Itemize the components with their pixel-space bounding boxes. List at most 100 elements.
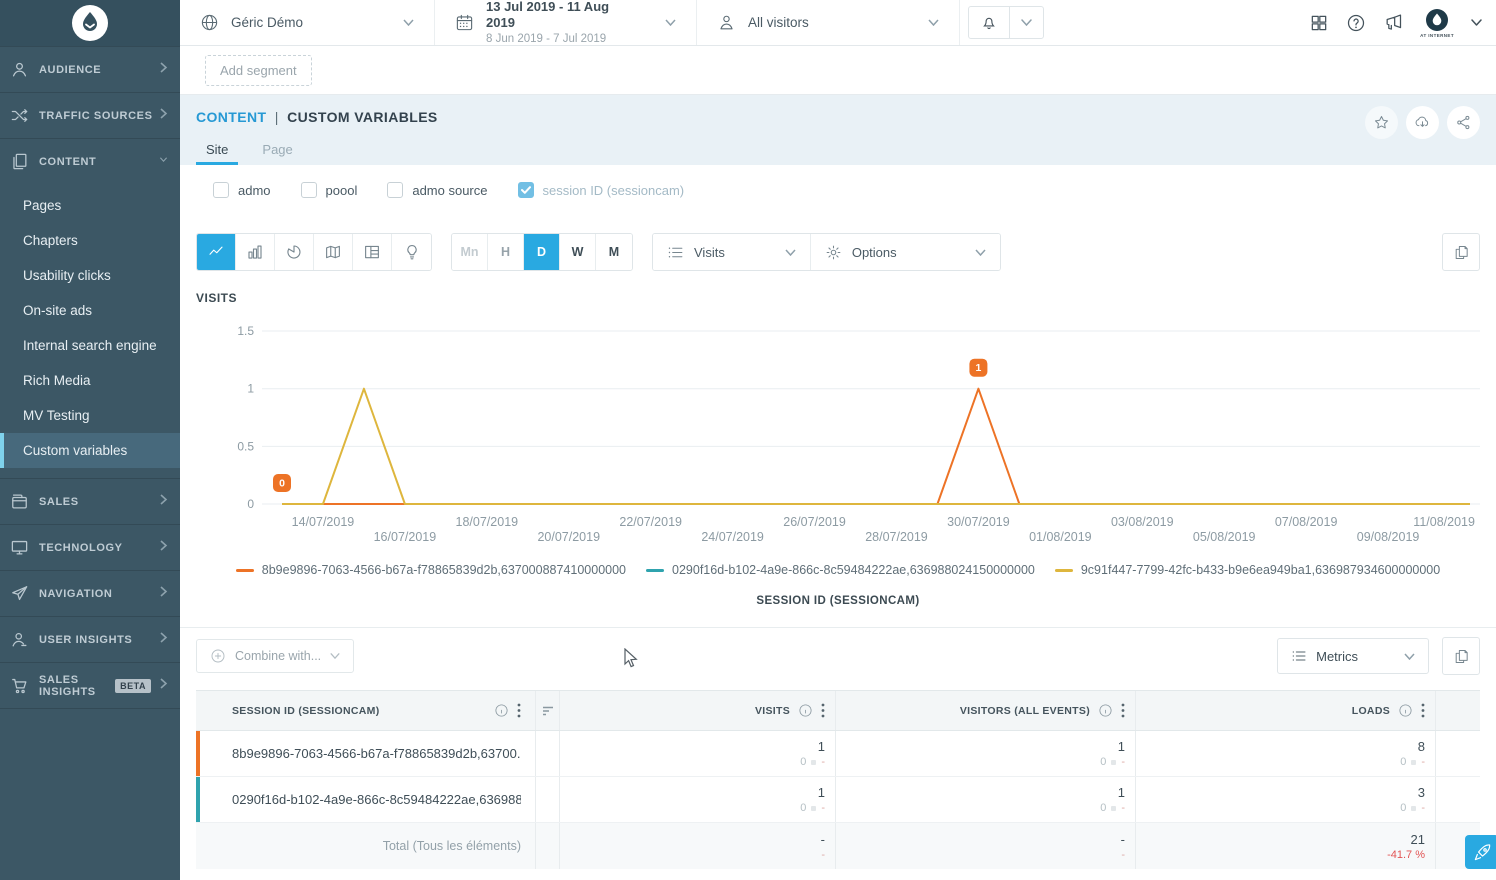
- chevron-down-icon: [897, 249, 986, 256]
- insights-button[interactable]: [392, 234, 431, 270]
- sidebar-item-rich-media[interactable]: Rich Media: [0, 363, 180, 398]
- sidebar-item-custom-variables[interactable]: Custom variables: [0, 433, 180, 468]
- quick-launch-button[interactable]: [1465, 835, 1496, 869]
- table-row[interactable]: 8b9e9896-7063-4566-b67a-f78865839d2b,637…: [196, 731, 1480, 777]
- column-menu-icon[interactable]: [1121, 703, 1125, 718]
- gear-icon: [825, 244, 842, 261]
- sidebar-item-onsite-ads[interactable]: On-site ads: [0, 293, 180, 328]
- period-week-button[interactable]: W: [560, 234, 596, 270]
- sidebar-item-chapters[interactable]: Chapters: [0, 223, 180, 258]
- sidebar-item-sales[interactable]: SALES: [0, 478, 180, 524]
- legend-swatch: [646, 569, 664, 572]
- filter-poool[interactable]: poool: [301, 182, 358, 198]
- share-button[interactable]: [1447, 106, 1480, 139]
- sidebar-item-technology[interactable]: TECHNOLOGY: [0, 524, 180, 570]
- table-row[interactable]: 0290f16d-b102-4a9e-866c-8c59484222ae,636…: [196, 777, 1480, 823]
- tab-site[interactable]: Site: [196, 136, 238, 165]
- cell-loads: 3 0-: [1136, 777, 1436, 822]
- header-visits[interactable]: VISITS: [560, 691, 836, 730]
- metric-dropdown[interactable]: Visits: [653, 234, 811, 270]
- column-menu-icon[interactable]: [1421, 703, 1425, 718]
- header-visitors[interactable]: VISITORS (ALL EVENTS): [836, 691, 1136, 730]
- x-axis-label: 26/07/2019: [783, 515, 846, 529]
- notifications-button[interactable]: [969, 7, 1009, 38]
- cell-dimension[interactable]: 0290f16d-b102-4a9e-866c-8c59484222ae,636…: [196, 777, 536, 822]
- pie-chart-icon: [285, 243, 303, 261]
- lightbulb-icon: [403, 243, 421, 261]
- date-range-selector[interactable]: 13 Jul 2019 - 11 Aug 2019 8 Jun 2019 - 7…: [435, 0, 697, 45]
- site-name: Géric Démo: [231, 15, 303, 30]
- info-icon[interactable]: [798, 703, 813, 718]
- svg-text:1.5: 1.5: [237, 324, 254, 338]
- chevron-right-icon: [159, 677, 168, 695]
- filter-admo[interactable]: admo: [213, 182, 271, 198]
- account-menu[interactable]: AT INTERNET: [1420, 8, 1454, 38]
- table-layout-button[interactable]: [353, 234, 392, 270]
- metric-value: 1: [1118, 739, 1125, 754]
- info-icon[interactable]: [1398, 703, 1413, 718]
- account-dropdown-toggle[interactable]: [1471, 19, 1482, 26]
- sidebar-item-pages[interactable]: Pages: [0, 188, 180, 223]
- sidebar-item-audience[interactable]: AUDIENCE: [0, 46, 180, 92]
- filter-admo-source[interactable]: admo source: [387, 182, 487, 198]
- chart-dropdowns: Visits Options: [652, 233, 1001, 271]
- copy-pages-icon: [1453, 648, 1470, 665]
- combine-with-button[interactable]: Combine with...: [196, 639, 354, 673]
- legend-item[interactable]: 9c91f447-7799-42fc-b433-b9e6ea949ba1,636…: [1055, 563, 1440, 577]
- sidebar-item-traffic-sources[interactable]: TRAFFIC SOURCES: [0, 92, 180, 138]
- pie-chart-button[interactable]: [275, 234, 314, 270]
- sidebar-item-navigation[interactable]: NAVIGATION: [0, 570, 180, 616]
- help-button[interactable]: [1346, 13, 1366, 33]
- subitem-label: Custom variables: [23, 443, 127, 458]
- column-menu-icon[interactable]: [517, 703, 521, 718]
- info-icon[interactable]: [494, 703, 509, 718]
- info-icon[interactable]: [1098, 703, 1113, 718]
- options-dropdown[interactable]: Options: [811, 234, 1000, 270]
- subitem-label: Chapters: [23, 233, 78, 248]
- filter-session-id[interactable]: session ID (sessioncam): [518, 182, 685, 198]
- header-loads[interactable]: LOADS: [1136, 691, 1436, 730]
- chart-export-button[interactable]: [1442, 233, 1480, 271]
- site-selector[interactable]: Géric Démo: [180, 0, 435, 45]
- period-minute-button[interactable]: Mn: [452, 234, 488, 270]
- header-sort-column[interactable]: [536, 691, 560, 730]
- chevron-down-icon: [379, 19, 414, 26]
- notifications-dropdown-toggle[interactable]: [1009, 7, 1043, 38]
- download-button[interactable]: [1406, 106, 1439, 139]
- apps-grid-button[interactable]: [1309, 13, 1329, 33]
- cloud-download-icon: [1414, 114, 1431, 131]
- header-session-id[interactable]: SESSION ID (SESSIONCAM): [196, 691, 536, 730]
- x-axis-label: 24/07/2019: [701, 530, 764, 544]
- period-hour-button[interactable]: H: [488, 234, 524, 270]
- chevron-down-icon: [641, 19, 676, 26]
- line-chart-button[interactable]: [197, 234, 236, 270]
- sidebar-item-user-insights[interactable]: USER INSIGHTS: [0, 616, 180, 662]
- visits-line-chart[interactable]: 00.511.501: [196, 319, 1480, 515]
- bar-chart-button[interactable]: [236, 234, 275, 270]
- tab-page[interactable]: Page: [252, 136, 302, 165]
- app-logo[interactable]: [0, 0, 180, 46]
- sidebar-item-mv-testing[interactable]: MV Testing: [0, 398, 180, 433]
- column-menu-icon[interactable]: [821, 703, 825, 718]
- metrics-dropdown[interactable]: Metrics: [1277, 638, 1429, 674]
- sidebar-item-usability-clicks[interactable]: Usability clicks: [0, 258, 180, 293]
- legend-item[interactable]: 8b9e9896-7063-4566-b67a-f78865839d2b,637…: [236, 563, 626, 577]
- add-segment-button[interactable]: Add segment: [205, 55, 312, 86]
- cell-dimension[interactable]: 8b9e9896-7063-4566-b67a-f78865839d2b,637…: [196, 731, 536, 776]
- favorite-button[interactable]: [1365, 106, 1398, 139]
- map-button[interactable]: [314, 234, 353, 270]
- period-month-button[interactable]: M: [596, 234, 632, 270]
- sidebar-item-internal-search-engine[interactable]: Internal search engine: [0, 328, 180, 363]
- breadcrumb: CONTENT | CUSTOM VARIABLES: [196, 109, 1480, 125]
- combine-with-label: Combine with...: [235, 649, 321, 663]
- sidebar-item-content[interactable]: CONTENT: [0, 138, 180, 184]
- segment-selector[interactable]: All visitors: [697, 0, 960, 45]
- total-label: Total (Tous les éléments): [232, 839, 521, 853]
- beta-badge: BETA: [115, 679, 151, 693]
- period-day-button[interactable]: D: [524, 234, 560, 270]
- sidebar-item-sales-insights[interactable]: SALES INSIGHTS BETA: [0, 662, 180, 708]
- announcements-button[interactable]: [1383, 13, 1403, 33]
- legend-item[interactable]: 0290f16d-b102-4a9e-866c-8c59484222ae,636…: [646, 563, 1035, 577]
- x-axis-label: 28/07/2019: [865, 530, 928, 544]
- table-export-button[interactable]: [1442, 637, 1480, 675]
